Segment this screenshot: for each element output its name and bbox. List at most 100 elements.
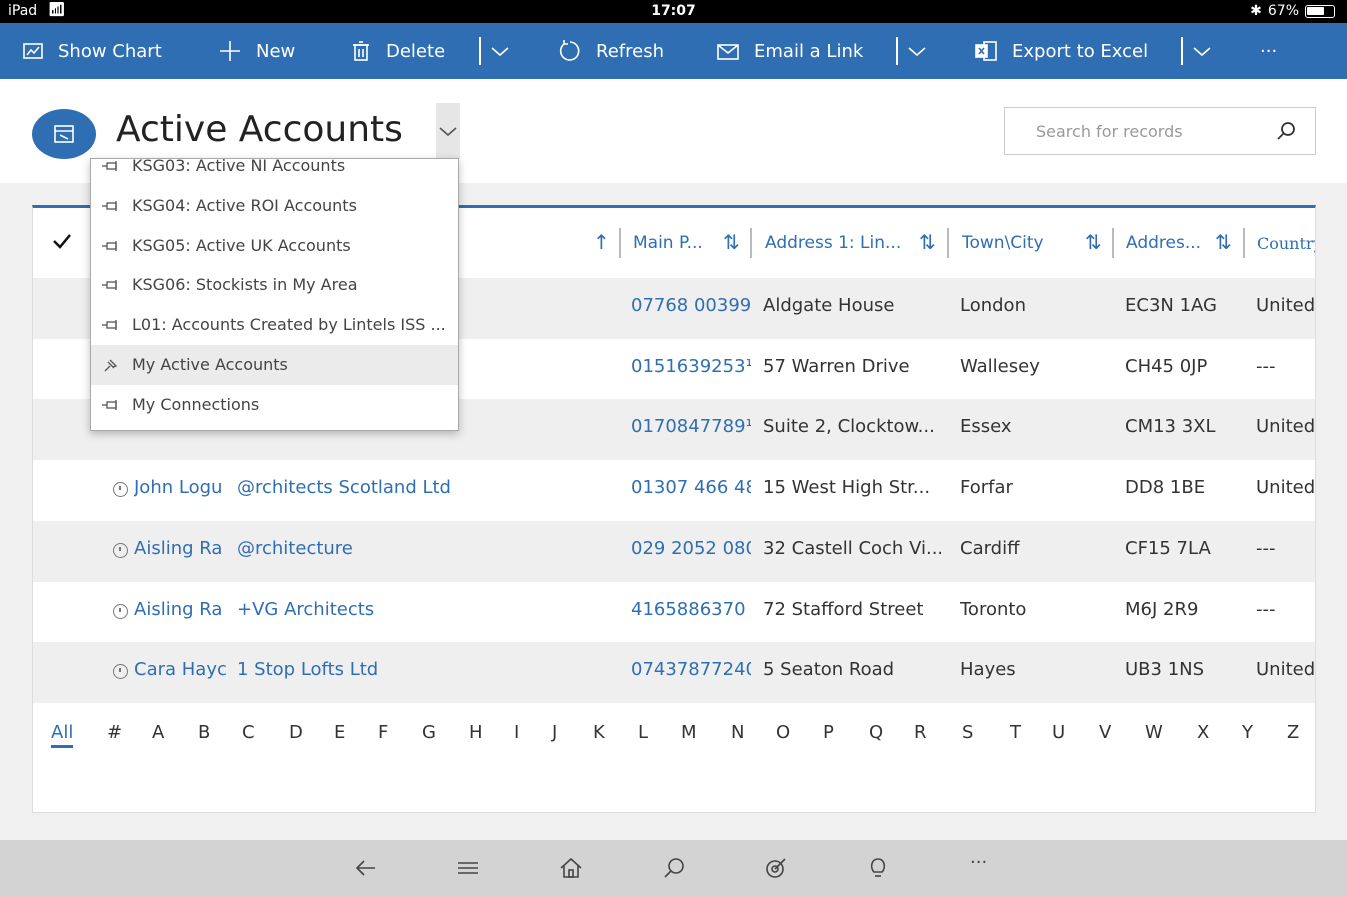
sort-icon[interactable]: ⇅ — [919, 230, 936, 254]
column-country[interactable]: Country — [1257, 208, 1315, 278]
pin-icon[interactable] — [101, 397, 121, 413]
alpha-filter-letter[interactable]: X — [1197, 722, 1209, 743]
export-excel-button[interactable]: Export to Excel — [974, 23, 1148, 79]
main-phone-cell[interactable]: 4165886370 — [631, 599, 751, 620]
alpha-filter-letter[interactable]: Y — [1242, 722, 1253, 743]
alpha-filter-letter[interactable]: W — [1145, 722, 1163, 743]
alpha-filter-letter[interactable]: R — [914, 722, 927, 743]
alpha-filter-letter[interactable]: I — [514, 722, 519, 743]
alpha-filter-letter[interactable]: D — [289, 722, 303, 743]
show-chart-button[interactable]: Show Chart — [22, 23, 162, 79]
search-nav-button[interactable] — [662, 856, 686, 884]
alpha-filter-letter[interactable]: Z — [1287, 722, 1299, 743]
view-menu-item[interactable]: My Connections — [91, 385, 458, 425]
view-selector-menu: KSG03: Active NI Accounts KSG04: Active R… — [90, 158, 459, 431]
column-postcode[interactable]: Addres... — [1126, 208, 1206, 278]
email-link-button[interactable]: Email a Link — [716, 23, 863, 79]
column-divider — [1243, 228, 1245, 258]
search-icon[interactable] — [1275, 120, 1297, 142]
alpha-filter-letter[interactable]: K — [593, 722, 605, 743]
table-row[interactable]: Cara Hayc 1 Stop Lofts Ltd 07437877240 5 Se… — [33, 642, 1315, 704]
account-name-cell[interactable]: 1 Stop Lofts Ltd — [237, 659, 597, 680]
more-nav-button[interactable]: ··· — [970, 852, 987, 873]
alpha-filter-letter[interactable]: S — [962, 722, 973, 743]
alpha-filter-letter[interactable]: B — [198, 722, 210, 743]
email-more-chevron-icon[interactable] — [907, 41, 927, 61]
view-menu-item[interactable]: L01: Accounts Created by Lintels ISS ... — [91, 305, 458, 345]
back-button[interactable] — [354, 856, 378, 884]
postcode-cell: DD8 1BE — [1125, 477, 1206, 499]
account-name-cell[interactable]: @rchitecture — [237, 538, 597, 559]
account-name-cell[interactable]: +VG Architects — [237, 599, 597, 620]
main-phone-cell[interactable]: 07437877240 — [631, 659, 751, 680]
pin-icon[interactable] — [101, 238, 121, 254]
menu-button[interactable] — [456, 856, 480, 884]
view-menu-item[interactable]: KSG06: Stockists in My Area — [91, 265, 458, 305]
alpha-filter-letter[interactable]: P — [823, 722, 834, 743]
home-button[interactable] — [559, 856, 583, 884]
column-town[interactable]: Town\City — [962, 208, 1072, 278]
search-input[interactable] — [1005, 108, 1265, 154]
main-phone-cell[interactable]: 07768 00399 — [631, 295, 751, 316]
ideas-button[interactable] — [866, 856, 890, 884]
alpha-filter-letter[interactable]: F — [378, 722, 388, 743]
table-row[interactable]: Aisling Ra +VG Architects 4165886370 72 Sta… — [33, 581, 1315, 643]
alpha-filter-letter[interactable]: E — [334, 722, 345, 743]
alpha-filter-letter[interactable]: T — [1010, 722, 1021, 743]
alpha-filter-letter[interactable]: J — [552, 722, 557, 743]
view-menu-item[interactable]: KSG05: Active UK Accounts — [91, 226, 458, 266]
column-main-phone[interactable]: Main P... — [633, 208, 713, 278]
alpha-filter-letter[interactable]: C — [242, 722, 255, 743]
show-chart-label: Show Chart — [58, 40, 162, 62]
alpha-filter-letter[interactable]: V — [1099, 722, 1111, 743]
alpha-filter-letter[interactable]: O — [776, 722, 790, 743]
refresh-button[interactable]: Refresh — [558, 23, 664, 79]
pin-icon[interactable] — [101, 317, 121, 333]
contact-name-cell[interactable]: Cara Hayc — [134, 659, 228, 680]
table-row[interactable]: John Logu @rchitects Scotland Ltd 01307 46… — [33, 460, 1315, 522]
postcode-cell: CF15 7LA — [1125, 537, 1211, 559]
sort-up-arrow-icon[interactable]: ↑ — [593, 230, 610, 254]
alpha-filter-letter[interactable]: U — [1052, 722, 1065, 743]
alpha-filter-letter[interactable]: A — [152, 722, 164, 743]
contact-name-cell[interactable]: Aisling Ra — [134, 538, 228, 559]
alpha-filter-letter[interactable]: Q — [869, 722, 883, 743]
view-menu-item-label: L01: Accounts Created by Lintels ISS ... — [132, 315, 446, 335]
pin-icon[interactable] — [101, 277, 121, 293]
alpha-filter-letter[interactable]: H — [469, 722, 483, 743]
main-phone-cell[interactable]: 029 2052 080 — [631, 538, 751, 559]
goals-button[interactable] — [764, 856, 788, 884]
view-menu-item[interactable]: KSG03: Active NI Accounts — [91, 158, 458, 186]
main-phone-cell[interactable]: 01307 466 48 — [631, 477, 751, 498]
main-phone-cell[interactable]: 0170847789¹ — [631, 416, 751, 437]
delete-button[interactable]: Delete — [350, 23, 445, 79]
table-row[interactable]: Aisling Ra @rchitecture 029 2052 080 32 Cas… — [33, 520, 1315, 582]
new-button[interactable]: New — [218, 23, 295, 79]
plus-icon — [220, 41, 240, 61]
alpha-filter-letter[interactable]: L — [638, 722, 648, 743]
alpha-filter-letter[interactable]: # — [107, 722, 122, 743]
account-name-cell[interactable]: @rchitects Scotland Ltd — [237, 477, 597, 498]
main-phone-cell[interactable]: 0151639253¹ — [631, 356, 751, 377]
pin-icon[interactable] — [101, 158, 121, 174]
view-selector-button[interactable] — [436, 103, 460, 159]
alpha-filter-all[interactable]: All — [51, 722, 74, 748]
export-more-chevron-icon[interactable] — [1192, 41, 1212, 61]
sort-icon[interactable]: ⇅ — [1215, 230, 1232, 254]
view-menu-item[interactable]: My Active Accounts — [91, 345, 458, 385]
contact-name-cell[interactable]: Aisling Ra — [134, 599, 228, 620]
view-menu-item[interactable]: KSG04: Active ROI Accounts — [91, 186, 458, 226]
select-all-checkmark-icon[interactable] — [51, 230, 73, 252]
sort-icon[interactable]: ⇅ — [1085, 230, 1102, 254]
alpha-filter-letter[interactable]: G — [422, 722, 436, 743]
column-address1[interactable]: Address 1: Lin... — [765, 208, 915, 278]
alpha-filter-letter[interactable]: M — [681, 722, 697, 743]
alpha-filter-letter[interactable]: N — [731, 722, 744, 743]
delete-more-chevron-icon[interactable] — [490, 41, 510, 61]
more-commands-button[interactable]: ··· — [1260, 23, 1277, 79]
pinned-icon[interactable] — [101, 357, 121, 373]
town-cell: London — [960, 295, 1026, 316]
contact-name-cell[interactable]: John Logu — [134, 477, 228, 498]
pin-icon[interactable] — [101, 198, 121, 214]
sort-icon[interactable]: ⇅ — [723, 230, 740, 254]
